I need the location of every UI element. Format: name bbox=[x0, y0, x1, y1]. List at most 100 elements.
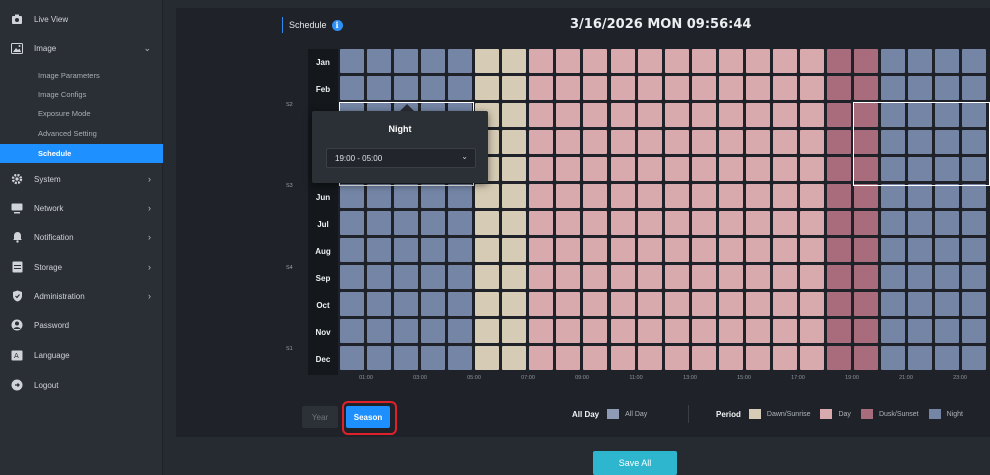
schedule-cell[interactable] bbox=[421, 184, 445, 208]
schedule-cell[interactable] bbox=[583, 49, 607, 73]
schedule-cell[interactable] bbox=[638, 103, 662, 127]
schedule-cell[interactable] bbox=[827, 346, 851, 370]
sub-exposure-mode[interactable]: Exposure Mode bbox=[0, 104, 163, 123]
schedule-cell[interactable] bbox=[394, 238, 418, 262]
schedule-cell[interactable] bbox=[692, 157, 716, 181]
schedule-cell[interactable] bbox=[556, 49, 580, 73]
schedule-cell[interactable] bbox=[367, 346, 391, 370]
schedule-cell[interactable] bbox=[611, 211, 635, 235]
schedule-cell[interactable] bbox=[583, 130, 607, 154]
schedule-cell[interactable] bbox=[962, 211, 986, 235]
schedule-cell[interactable] bbox=[583, 319, 607, 343]
schedule-cell[interactable] bbox=[692, 346, 716, 370]
schedule-cell[interactable] bbox=[394, 319, 418, 343]
schedule-cell[interactable] bbox=[475, 49, 499, 73]
schedule-cell[interactable] bbox=[367, 76, 391, 100]
legend-swatch-dusk[interactable] bbox=[860, 409, 873, 419]
schedule-cell[interactable] bbox=[611, 292, 635, 316]
schedule-cell[interactable] bbox=[746, 103, 770, 127]
sub-image-configs[interactable]: Image Configs bbox=[0, 85, 163, 104]
schedule-cell[interactable] bbox=[719, 238, 743, 262]
schedule-cell[interactable] bbox=[394, 292, 418, 316]
schedule-cell[interactable] bbox=[962, 292, 986, 316]
schedule-cell[interactable] bbox=[367, 292, 391, 316]
schedule-cell[interactable] bbox=[773, 292, 797, 316]
schedule-cell[interactable] bbox=[962, 319, 986, 343]
schedule-cell[interactable] bbox=[881, 130, 905, 154]
nav-network[interactable]: Network › bbox=[0, 193, 163, 223]
schedule-cell[interactable] bbox=[773, 130, 797, 154]
schedule-cell[interactable] bbox=[935, 292, 959, 316]
schedule-cell[interactable] bbox=[502, 265, 526, 289]
nav-logout[interactable]: Logout bbox=[0, 370, 163, 400]
schedule-cell[interactable] bbox=[421, 265, 445, 289]
schedule-cell[interactable] bbox=[746, 184, 770, 208]
schedule-cell[interactable] bbox=[854, 346, 878, 370]
schedule-cell[interactable] bbox=[556, 211, 580, 235]
schedule-cell[interactable] bbox=[854, 184, 878, 208]
schedule-cell[interactable] bbox=[638, 238, 662, 262]
time-range-select[interactable]: 19:00 - 05:00 ⌄ bbox=[326, 148, 476, 168]
schedule-cell[interactable] bbox=[692, 184, 716, 208]
schedule-cell[interactable] bbox=[908, 103, 932, 127]
schedule-cell[interactable] bbox=[583, 211, 607, 235]
schedule-cell[interactable] bbox=[556, 130, 580, 154]
schedule-cell[interactable] bbox=[529, 265, 553, 289]
schedule-cell[interactable] bbox=[773, 49, 797, 73]
schedule-cell[interactable] bbox=[962, 157, 986, 181]
schedule-cell[interactable] bbox=[367, 238, 391, 262]
schedule-cell[interactable] bbox=[935, 238, 959, 262]
schedule-cell[interactable] bbox=[908, 49, 932, 73]
schedule-cell[interactable] bbox=[800, 184, 824, 208]
schedule-cell[interactable] bbox=[340, 211, 364, 235]
legend-swatch-day[interactable] bbox=[820, 409, 833, 419]
year-button[interactable]: Year bbox=[302, 406, 338, 428]
schedule-cell[interactable] bbox=[719, 103, 743, 127]
legend-swatch-dawn[interactable] bbox=[748, 409, 761, 419]
schedule-cell[interactable] bbox=[908, 76, 932, 100]
schedule-cell[interactable] bbox=[529, 76, 553, 100]
schedule-cell[interactable] bbox=[800, 157, 824, 181]
schedule-cell[interactable] bbox=[827, 130, 851, 154]
nav-language[interactable]: A Language bbox=[0, 340, 163, 370]
schedule-cell[interactable] bbox=[556, 157, 580, 181]
schedule-cell[interactable] bbox=[719, 157, 743, 181]
schedule-cell[interactable] bbox=[665, 292, 689, 316]
schedule-cell[interactable] bbox=[638, 49, 662, 73]
schedule-cell[interactable] bbox=[340, 238, 364, 262]
nav-live-view[interactable]: Live View bbox=[0, 4, 163, 34]
schedule-cell[interactable] bbox=[394, 346, 418, 370]
schedule-cell[interactable] bbox=[719, 130, 743, 154]
schedule-cell[interactable] bbox=[665, 211, 689, 235]
schedule-cell[interactable] bbox=[448, 265, 472, 289]
schedule-cell[interactable] bbox=[583, 157, 607, 181]
schedule-cell[interactable] bbox=[719, 265, 743, 289]
sub-schedule[interactable]: Schedule bbox=[0, 144, 163, 163]
schedule-cell[interactable] bbox=[529, 319, 553, 343]
schedule-cell[interactable] bbox=[719, 184, 743, 208]
schedule-cell[interactable] bbox=[367, 319, 391, 343]
nav-image[interactable]: Image ⌄ bbox=[0, 33, 163, 63]
schedule-cell[interactable] bbox=[448, 346, 472, 370]
schedule-cell[interactable] bbox=[556, 292, 580, 316]
schedule-cell[interactable] bbox=[908, 157, 932, 181]
schedule-cell[interactable] bbox=[692, 211, 716, 235]
schedule-cell[interactable] bbox=[881, 346, 905, 370]
legend-swatch-night[interactable] bbox=[928, 409, 941, 419]
schedule-cell[interactable] bbox=[529, 211, 553, 235]
schedule-cell[interactable] bbox=[502, 103, 526, 127]
schedule-cell[interactable] bbox=[962, 103, 986, 127]
schedule-cell[interactable] bbox=[529, 157, 553, 181]
schedule-cell[interactable] bbox=[583, 346, 607, 370]
schedule-cell[interactable] bbox=[665, 238, 689, 262]
schedule-cell[interactable] bbox=[746, 319, 770, 343]
schedule-cell[interactable] bbox=[827, 211, 851, 235]
schedule-cell[interactable] bbox=[773, 103, 797, 127]
schedule-cell[interactable] bbox=[556, 319, 580, 343]
schedule-cell[interactable] bbox=[529, 238, 553, 262]
schedule-cell[interactable] bbox=[773, 76, 797, 100]
schedule-cell[interactable] bbox=[367, 184, 391, 208]
schedule-cell[interactable] bbox=[448, 211, 472, 235]
schedule-cell[interactable] bbox=[638, 292, 662, 316]
schedule-cell[interactable] bbox=[935, 211, 959, 235]
